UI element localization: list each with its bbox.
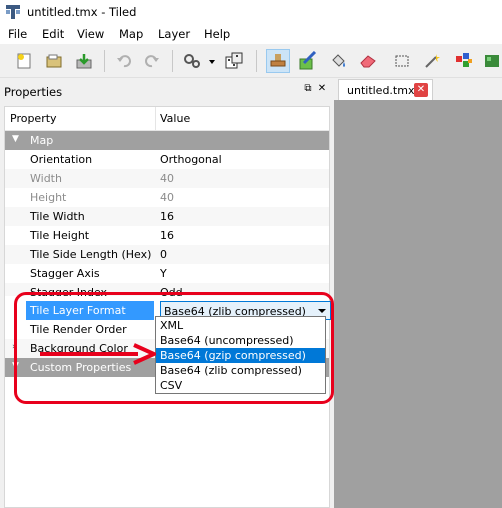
open-icon[interactable] [42,49,66,73]
properties-table: Property Value ▼ Map Orientation Orthogo… [4,106,331,508]
menu-bar: File Edit View Map Layer Help [0,24,502,44]
menu-file[interactable]: File [8,27,27,41]
tiled-app-icon [6,5,20,19]
dropdown-option-base64-uncompressed[interactable]: Base64 (uncompressed) [156,333,325,348]
column-header-value[interactable]: Value [160,112,190,125]
property-name: Tile Width [30,210,85,223]
property-value[interactable]: Y [160,267,167,280]
select-same-tile-icon[interactable] [452,49,476,73]
commands-dropdown-arrow[interactable] [209,60,215,64]
property-row-tile-width[interactable]: Tile Width 16 [5,207,329,226]
dropdown-option-base64-gzip[interactable]: Base64 (gzip compressed) [156,348,325,363]
column-header-property[interactable]: Property [10,112,57,125]
property-name: Width [30,172,62,185]
property-row-orientation[interactable]: Orientation Orthogonal [5,150,329,169]
menu-edit[interactable]: Edit [42,27,64,41]
rectangle-select-icon[interactable] [390,49,414,73]
properties-dock-title: Properties [4,85,63,99]
eraser-icon[interactable] [356,49,380,73]
toolbar-separator [256,50,257,72]
close-tab-icon[interactable]: ✕ [414,83,428,97]
property-row-height: Height 40 [5,188,329,207]
toolbar-separator [172,50,173,72]
table-header: Property Value [5,107,329,131]
tab-label: untitled.tmx [347,84,415,97]
property-row-stagger-axis[interactable]: Stagger Axis Y [5,264,329,283]
save-icon[interactable] [72,49,96,73]
redo-icon[interactable] [140,49,164,73]
tab-untitled-tmx[interactable]: untitled.tmx ✕ [338,79,433,100]
menu-map[interactable]: Map [119,27,143,41]
tile-picker-icon[interactable] [480,49,502,73]
property-value[interactable]: 16 [160,229,174,242]
terrain-brush-icon[interactable] [296,49,320,73]
close-icon[interactable]: ✕ [316,83,328,95]
property-name: Tile Height [30,229,90,242]
bucket-fill-icon[interactable] [326,49,350,73]
collapse-arrow-icon[interactable]: ▼ [12,134,19,144]
group-map[interactable]: ▼ Map [5,131,329,150]
property-value[interactable]: 16 [160,210,174,223]
menu-layer[interactable]: Layer [158,27,190,41]
property-name: Background Color [30,342,128,355]
window-title: untitled.tmx - Tiled [27,5,137,19]
property-value[interactable]: Odd [160,286,183,296]
commands-icon[interactable] [180,49,204,73]
expand-arrow-icon[interactable]: › [12,342,16,352]
magic-wand-icon[interactable] [420,49,444,73]
property-name: Stagger Axis [30,267,100,280]
property-name: Stagger Index [30,286,108,296]
property-name: Tile Render Order [30,323,127,336]
group-label: Map [30,134,54,147]
property-row-tile-height[interactable]: Tile Height 16 [5,226,329,245]
dropdown-option-base64-zlib[interactable]: Base64 (zlib compressed) [156,363,325,378]
layer-format-dropdown-list: XML Base64 (uncompressed) Base64 (gzip c… [155,316,326,394]
dropdown-option-xml[interactable]: XML [156,318,325,333]
toolbar-separator [104,50,105,72]
document-tab-bar: untitled.tmx ✕ [334,78,502,100]
property-row-width: Width 40 [5,169,329,188]
menu-view[interactable]: View [77,27,104,41]
property-value[interactable]: Orthogonal [160,153,222,166]
column-divider[interactable] [155,107,156,131]
property-name: Orientation [30,153,93,166]
property-value: 40 [160,191,174,204]
property-name: Height [30,191,67,204]
property-value[interactable]: 0 [160,248,167,261]
float-icon[interactable]: ⧉ [302,83,314,95]
stamp-brush-icon[interactable] [266,49,290,73]
property-name: Tile Layer Format [26,301,154,320]
title-bar: untitled.tmx - Tiled [0,0,502,24]
main-toolbar [0,44,502,78]
property-name: Tile Side Length (Hex) [30,248,152,261]
property-row-tile-side-length[interactable]: Tile Side Length (Hex) 0 [5,245,329,264]
map-editor-area[interactable]: untitled.tmx ✕ [334,78,502,508]
dropdown-option-csv[interactable]: CSV [156,378,325,393]
property-value: 40 [160,172,174,185]
properties-dock: Properties ⧉ ✕ Property Value ▼ Map Orie… [0,78,331,508]
new-icon[interactable] [12,49,36,73]
property-row-stagger-index[interactable]: Stagger Index Odd [5,283,329,296]
group-label: Custom Properties [30,361,132,374]
undo-icon[interactable] [112,49,136,73]
chevron-down-icon[interactable] [318,309,326,313]
random-mode-icon[interactable] [222,49,246,73]
menu-help[interactable]: Help [204,27,230,41]
collapse-arrow-icon[interactable]: ▼ [12,361,19,371]
